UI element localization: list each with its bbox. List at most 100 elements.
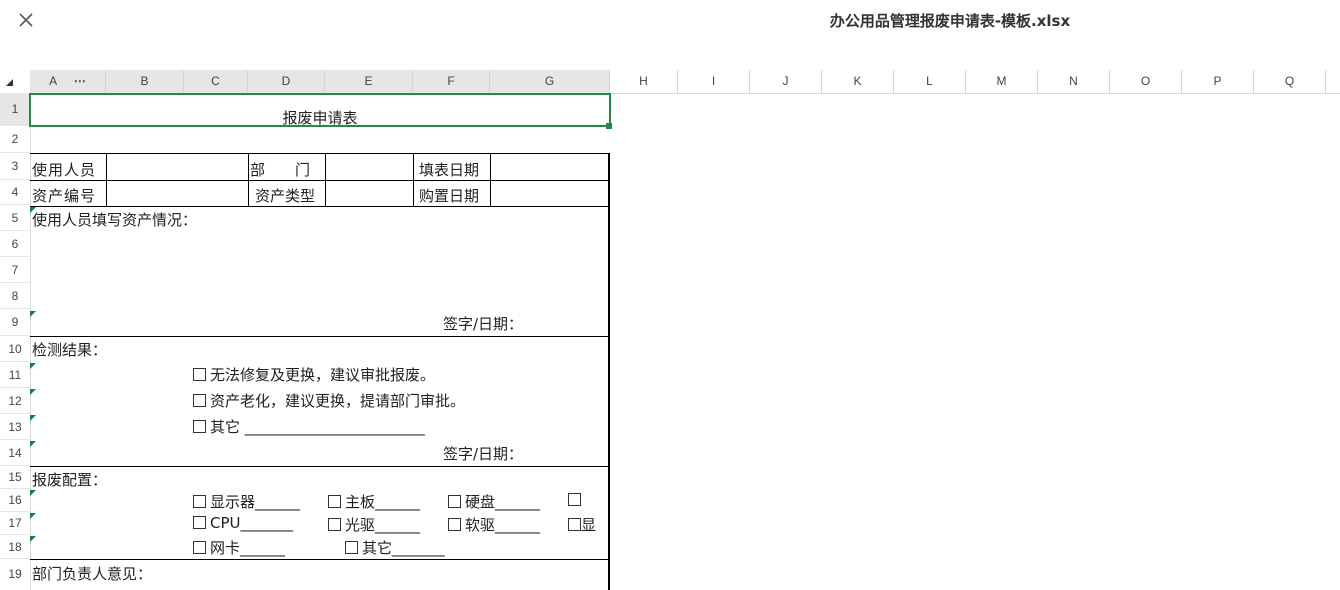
border-line (413, 153, 414, 206)
checkbox-icon[interactable] (345, 541, 358, 554)
close-icon[interactable] (14, 8, 38, 32)
row-header-16[interactable]: 16 (0, 489, 30, 512)
row-header-bar: 1 2 3 4 5 6 7 8 9 10 11 12 13 14 15 16 1… (0, 93, 31, 590)
row-header-19[interactable]: 19 (0, 559, 30, 590)
label-asset-type: 资产类型 (255, 187, 316, 205)
row-header-12[interactable]: 12 (0, 388, 30, 414)
more-options-icon[interactable]: ⋯ (74, 74, 86, 88)
column-header-k[interactable]: K (822, 70, 894, 93)
label-asset-number: 资产编号 (32, 187, 97, 205)
column-header-c[interactable]: C (184, 70, 248, 93)
option-cannot-repair[interactable]: 无法修复及更换，建议审批报废。 (193, 364, 435, 385)
config-extra[interactable] (568, 491, 585, 509)
checkbox-icon[interactable] (193, 516, 206, 529)
cell-comment-marker (30, 513, 36, 519)
title-bar: 办公用品管理报废申请表-模板.xlsx (0, 0, 1340, 70)
column-header-i[interactable]: I (678, 70, 750, 93)
row-header-3[interactable]: 3 (0, 153, 30, 180)
column-header-h[interactable]: H (610, 70, 678, 93)
row-header-14[interactable]: 14 (0, 440, 30, 466)
config-floppy-drive[interactable]: 软驱______ (448, 514, 540, 535)
column-header-d[interactable]: D (248, 70, 325, 93)
checkbox-icon[interactable] (193, 495, 206, 508)
checkbox-icon[interactable] (193, 420, 206, 433)
checkbox-icon[interactable] (568, 493, 581, 506)
border-line (30, 206, 610, 207)
dept-head-opinion-label: 部门负责人意见： (32, 565, 153, 583)
border-line (106, 153, 107, 206)
cell-comment-marker (30, 490, 36, 496)
column-header-f[interactable]: F (413, 70, 490, 93)
config-network-card[interactable]: 网卡______ (193, 537, 285, 558)
option-label: 网卡______ (210, 539, 286, 557)
row-header-1[interactable]: 1 (0, 93, 30, 126)
cell-comment-marker (30, 363, 36, 369)
config-optical-drive[interactable]: 光驱______ (328, 514, 420, 535)
select-all-corner[interactable] (0, 70, 30, 93)
border-line (30, 559, 610, 560)
row-header-10[interactable]: 10 (0, 336, 30, 362)
border-line (30, 180, 610, 181)
column-header-bar: A ⋯ B C D E F G H I J K L M N O P Q (0, 70, 1340, 94)
column-header-n[interactable]: N (1038, 70, 1110, 93)
spreadsheet-grid[interactable]: 报废申请表 使用人员 部 门 填表日期 资产编号 资产类型 购置日期 使用人员填… (29, 93, 1340, 590)
checkbox-icon[interactable] (448, 495, 461, 508)
row-header-18[interactable]: 18 (0, 535, 30, 559)
row-header-6[interactable]: 6 (0, 231, 30, 257)
column-label-a: A (49, 74, 57, 88)
config-other[interactable]: 其它_______ (345, 537, 445, 558)
border-line (490, 153, 491, 206)
option-other[interactable]: 其它 ________________________ (193, 416, 425, 437)
config-hard-disk[interactable]: 硬盘______ (448, 491, 540, 512)
column-header-l[interactable]: L (894, 70, 966, 93)
column-header-j[interactable]: J (750, 70, 822, 93)
column-header-q[interactable]: Q (1254, 70, 1326, 93)
checkbox-icon[interactable] (193, 368, 206, 381)
checkbox-icon[interactable] (193, 541, 206, 554)
column-header-e[interactable]: E (325, 70, 413, 93)
border-line (325, 153, 326, 206)
row-header-13[interactable]: 13 (0, 414, 30, 440)
column-header-a[interactable]: A ⋯ (30, 70, 106, 93)
row-header-5[interactable]: 5 (0, 205, 30, 231)
checkbox-icon[interactable] (568, 518, 581, 531)
column-header-o[interactable]: O (1110, 70, 1182, 93)
row-header-4[interactable]: 4 (0, 180, 30, 205)
checkbox-icon[interactable] (328, 518, 341, 531)
option-label: 显示器______ (210, 493, 301, 511)
column-header-b[interactable]: B (106, 70, 184, 93)
row-header-11[interactable]: 11 (0, 362, 30, 388)
option-asset-aging[interactable]: 资产老化，建议更换，提请部门审批。 (193, 390, 465, 411)
config-monitor[interactable]: 显示器______ (193, 491, 300, 512)
form-title: 报废申请表 (282, 109, 358, 127)
config-cpu[interactable]: CPU_______ (193, 514, 293, 532)
row-header-8[interactable]: 8 (0, 283, 30, 309)
row-header-2[interactable]: 2 (0, 126, 30, 153)
label-fill-date: 填表日期 (419, 161, 480, 179)
signature-date-label-2: 签字/日期： (443, 445, 524, 463)
row-header-15[interactable]: 15 (0, 466, 30, 489)
border-line (30, 336, 610, 337)
column-header-m[interactable]: M (966, 70, 1038, 93)
checkbox-icon[interactable] (448, 518, 461, 531)
scrap-config-label: 报废配置： (32, 471, 108, 489)
row-header-17[interactable]: 17 (0, 512, 30, 535)
option-label: 无法修复及更换，建议审批报废。 (210, 366, 436, 384)
border-line (30, 153, 610, 154)
config-display-card[interactable]: 显 (568, 514, 596, 535)
option-label: 其它 ________________________ (210, 418, 425, 436)
column-header-p[interactable]: P (1182, 70, 1254, 93)
checkbox-icon[interactable] (328, 495, 341, 508)
border-line (248, 153, 249, 206)
cell-comment-marker (30, 311, 36, 317)
row-header-7[interactable]: 7 (0, 257, 30, 283)
option-label: 主板______ (345, 493, 421, 511)
option-label: 硬盘______ (465, 493, 541, 511)
cell-comment-marker (30, 415, 36, 421)
user-asset-status-label: 使用人员填写资产情况： (32, 211, 198, 229)
column-header-g[interactable]: G (490, 70, 610, 93)
row-header-9[interactable]: 9 (0, 309, 30, 336)
document-title: 办公用品管理报废申请表-模板.xlsx (829, 12, 1071, 30)
checkbox-icon[interactable] (193, 394, 206, 407)
config-motherboard[interactable]: 主板______ (328, 491, 420, 512)
